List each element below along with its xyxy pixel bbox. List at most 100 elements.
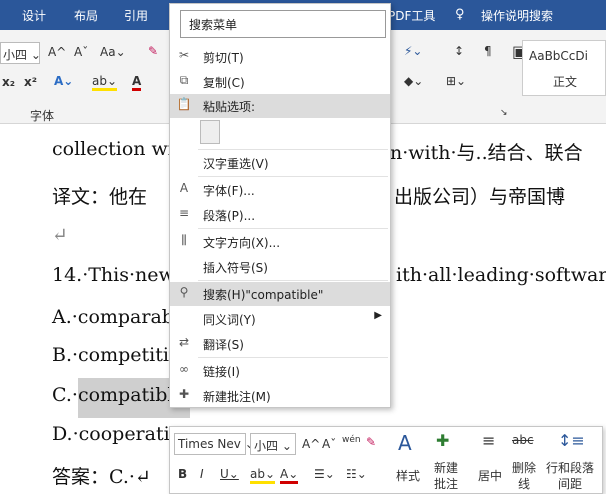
center-align-icon[interactable]: ≡	[482, 431, 495, 450]
align-icon[interactable]: ⚡⌄	[404, 44, 422, 58]
menu-item-new-comment[interactable]: ✚ 新建批注(M)	[170, 384, 390, 408]
bold-icon[interactable]: B	[178, 467, 187, 481]
menu-item-copy[interactable]: ⧉ 复制(C)	[170, 70, 390, 94]
separator	[198, 357, 388, 358]
shrink-font-icon[interactable]: Aˇ	[74, 45, 88, 59]
search-icon: ⚲	[179, 285, 189, 299]
mini-phonetic-icon[interactable]: wén	[342, 435, 361, 445]
menu-item-paragraph[interactable]: ≡ 段落(P)...	[170, 203, 390, 227]
line-spacing-label-1[interactable]: 行和段落	[546, 459, 594, 476]
new-comment-label-1[interactable]: 新建	[434, 459, 458, 476]
mini-font-name[interactable]: Times Nev ⌄	[174, 433, 255, 455]
menu-item-translate[interactable]: ⇄ 翻译(S)	[170, 332, 390, 356]
mini-font-size-value: 小四	[254, 439, 279, 453]
borders-icon[interactable]: ⊞⌄	[446, 74, 466, 88]
grow-font-icon[interactable]: A^	[48, 45, 66, 59]
menu-label-insert-symbol: 插入符号(S)	[203, 261, 268, 275]
menu-label-copy: 复制(C)	[203, 76, 245, 90]
font-icon: A	[179, 181, 189, 195]
font-size-value: 小四	[3, 48, 28, 62]
text-effects-icon[interactable]: A⌄	[54, 74, 73, 88]
mini-shrink-font-icon[interactable]: Aˇ	[322, 437, 336, 451]
tab-layout[interactable]: 布局	[74, 7, 98, 24]
menu-item-cut[interactable]: ✂ 剪切(T)	[170, 45, 390, 69]
new-comment-icon[interactable]: ✚	[436, 431, 449, 450]
doc-line-2-left: 译文：他在	[52, 186, 148, 208]
bullets-icon[interactable]: ☰⌄	[314, 467, 335, 481]
strikethrough-icon[interactable]: abc	[512, 433, 534, 447]
separator	[198, 149, 388, 150]
line-spacing-icon[interactable]: ↕≡	[558, 431, 585, 450]
tab-references[interactable]: 引用	[124, 7, 148, 24]
menu-label-synonyms: 同义词(Y)	[203, 313, 256, 327]
new-comment-label-2[interactable]: 批注	[434, 475, 458, 492]
lightbulb-icon: ♀	[455, 7, 465, 22]
menu-label-paragraph: 段落(P)...	[203, 209, 256, 223]
sort-icon[interactable]: ↕	[454, 44, 464, 58]
option-a: A.·comparab	[52, 306, 174, 328]
search-menu-input[interactable]: 搜索菜单	[180, 10, 386, 38]
doc-line-3-left: 14.·This·new	[52, 264, 175, 286]
style-name: 正文	[553, 75, 578, 89]
subscript-icon[interactable]: x₂	[2, 75, 15, 89]
separator	[198, 176, 388, 177]
menu-label-cut: 剪切(T)	[203, 51, 244, 65]
text-direction-icon: ⫼	[181, 233, 187, 247]
comment-icon: ✚	[178, 387, 190, 401]
font-color-icon[interactable]: A	[132, 74, 142, 91]
highlight-icon[interactable]: ab⌄	[92, 74, 118, 91]
tell-me-search[interactable]: 操作说明搜索	[481, 7, 553, 24]
menu-label-text-direction: 文字方向(X)...	[203, 236, 281, 250]
strikethrough-label-1[interactable]: 删除	[512, 459, 536, 476]
answer-line: 答案：C.·↵	[52, 466, 151, 488]
style-normal[interactable]: AaBbCcDi 正文	[522, 40, 606, 96]
translate-icon: ⇄	[178, 335, 190, 349]
numbering-icon[interactable]: ☷⌄	[346, 467, 367, 481]
menu-label-link: 链接(I)	[203, 365, 240, 379]
option-d: D.·cooperativ	[52, 423, 181, 445]
line-spacing-label-2[interactable]: 间距	[558, 475, 582, 492]
mini-highlight-icon[interactable]: ab⌄	[250, 467, 276, 484]
copy-icon: ⧉	[179, 73, 189, 87]
doc-line-3-right: ith·all·leading·software.	[396, 264, 606, 286]
mini-format-painter-icon[interactable]: ✎	[366, 435, 376, 449]
mini-font-name-value: Times Nev	[178, 437, 241, 451]
font-size-dropdown[interactable]: 小四 ⌄	[0, 42, 41, 64]
center-label[interactable]: 居中	[478, 467, 502, 484]
paste-keep-text-icon[interactable]	[200, 120, 220, 144]
menu-label-font: 字体(F)...	[203, 184, 255, 198]
tab-pdf-tools[interactable]: PDF工具	[388, 7, 435, 24]
paragraph-icon: ≡	[178, 206, 190, 220]
menu-item-link[interactable]: ∞ 链接(I)	[170, 359, 390, 383]
menu-item-synonyms[interactable]: 同义词(Y) ▶	[170, 307, 390, 331]
superscript-icon[interactable]: x²	[24, 75, 37, 89]
menu-item-text-direction[interactable]: ⫼ 文字方向(X)...	[170, 230, 390, 254]
option-c: C.·compatibl	[52, 384, 174, 406]
tab-design[interactable]: 设计	[22, 7, 46, 24]
change-case-icon[interactable]: Aa⌄	[100, 45, 126, 59]
shading-icon[interactable]: ◆⌄	[404, 74, 423, 88]
context-menu: 搜索菜单 ✂ 剪切(T) ⧉ 复制(C) 📋 粘贴选项: 汉字重选(V) A 字体(F)…	[169, 3, 391, 408]
menu-item-font[interactable]: A 字体(F)...	[170, 178, 390, 202]
mini-toolbar: Times Nev ⌄ 小四 ⌄ A^ Aˇ wén ✎ B I U⌄ ab⌄ …	[169, 426, 603, 494]
chevron-right-icon: ▶	[374, 310, 382, 321]
styles-icon[interactable]: A	[398, 431, 412, 455]
menu-item-reconvert[interactable]: 汉字重选(V)	[170, 151, 390, 175]
paragraph-mark: ↵	[52, 224, 68, 246]
strikethrough-label-2[interactable]: 线	[518, 475, 530, 492]
styles-label[interactable]: 样式	[396, 467, 420, 484]
clear-format-icon[interactable]: ✎	[148, 44, 158, 58]
scissors-icon: ✂	[178, 48, 190, 62]
paragraph-launcher-icon[interactable]: ↘	[500, 108, 508, 118]
mini-font-color-icon[interactable]: A⌄	[280, 467, 299, 484]
mini-font-size[interactable]: 小四 ⌄	[250, 433, 296, 455]
doc-line-2-right: 出版公司）与帝国博	[394, 186, 566, 208]
font-group-label: 字体	[30, 109, 55, 123]
menu-label-search: 搜索(H)"compatible"	[203, 288, 324, 302]
menu-item-search[interactable]: ⚲ 搜索(H)"compatible"	[170, 282, 390, 306]
mini-grow-font-icon[interactable]: A^	[302, 437, 320, 451]
underline-icon[interactable]: U⌄	[220, 467, 239, 481]
italic-icon[interactable]: I	[200, 467, 204, 481]
menu-item-insert-symbol[interactable]: 插入符号(S)	[170, 255, 390, 279]
show-marks-icon[interactable]: ¶	[484, 44, 492, 58]
